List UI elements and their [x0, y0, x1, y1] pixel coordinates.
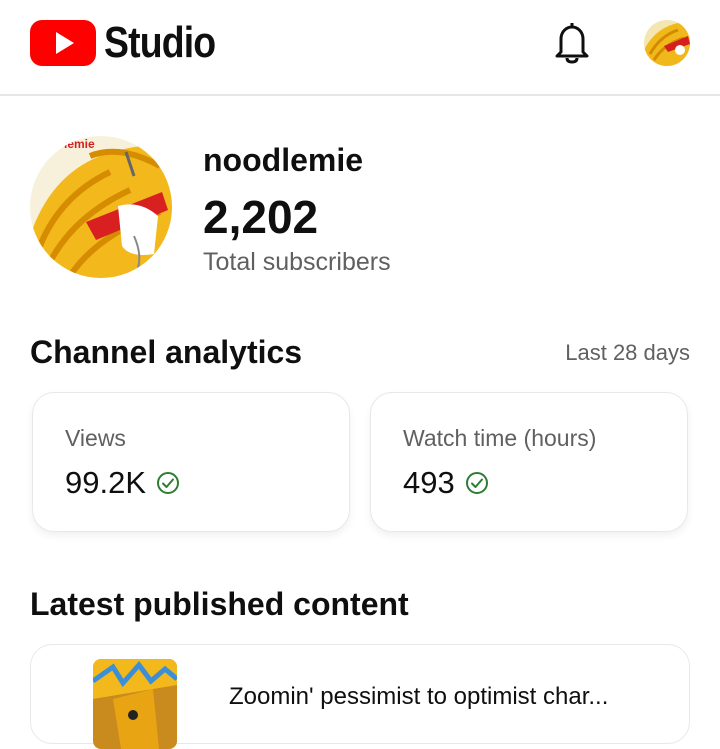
youtube-play-icon [30, 20, 96, 66]
watch-time-card[interactable]: Watch time (hours) 493 [370, 392, 688, 532]
check-circle-icon [465, 472, 488, 494]
latest-content-card[interactable]: Zoomin' pessimist to optimist char... [30, 644, 690, 749]
watch-time-value: 493 [403, 465, 455, 500]
video-thumbnail[interactable] [93, 659, 177, 749]
views-card[interactable]: Views 99.2K [32, 392, 350, 532]
top-app-bar: Studio [0, 0, 720, 96]
video-title: Zoomin' pessimist to optimist char... [229, 683, 609, 710]
metric-value: 99.2K [65, 465, 180, 501]
channel-name: noodlemie [203, 142, 364, 178]
metric-value: 493 [403, 465, 489, 501]
bell-icon[interactable] [552, 20, 592, 64]
channel-analytics-title: Channel analytics [30, 334, 303, 370]
subscriber-label: Total subscribers [203, 248, 391, 276]
views-value: 99.2K [65, 465, 147, 500]
latest-content-title: Latest published content [30, 586, 409, 622]
metric-label: Watch time (hours) [403, 425, 597, 451]
subscriber-count: 2,202 [203, 191, 319, 243]
svg-text:lemie: lemie [64, 137, 95, 151]
analytics-period[interactable]: Last 28 days [565, 340, 690, 366]
youtube-studio-logo[interactable]: Studio [30, 18, 235, 67]
logo-text: Studio [104, 18, 216, 67]
metric-label: Views [65, 425, 126, 451]
account-avatar[interactable] [644, 20, 690, 66]
check-circle-icon [157, 472, 180, 494]
channel-avatar[interactable]: lemie [30, 136, 172, 278]
